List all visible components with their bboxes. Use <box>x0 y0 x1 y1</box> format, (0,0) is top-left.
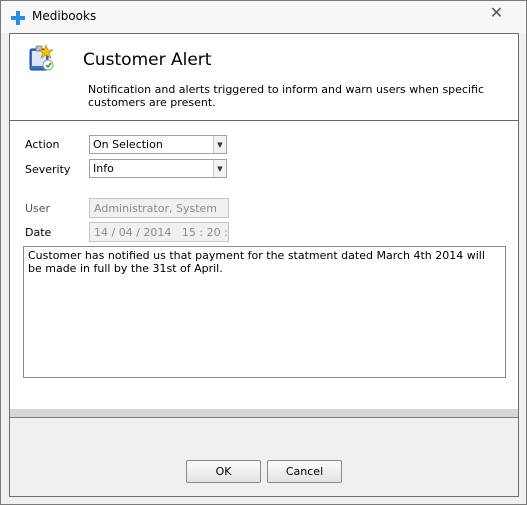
plus-icon <box>10 10 26 26</box>
severity-value: Info <box>93 162 114 175</box>
button-area: OK Cancel <box>10 418 518 496</box>
severity-label: Severity <box>25 163 71 176</box>
header-description: Notification and alerts triggered to inf… <box>88 83 485 109</box>
date-field: 14 / 04 / 2014 15 : 20 : <box>89 222 229 242</box>
footer-strip: OK Cancel <box>10 409 518 496</box>
date-label: Date <box>25 226 52 239</box>
user-field: Administrator, System <box>89 198 229 218</box>
action-value: On Selection <box>93 138 163 151</box>
form-area: Action On Selection ▼ Severity Info ▼ Us… <box>10 122 518 409</box>
dialog-client-area: Customer Alert Notification and alerts t… <box>9 33 519 497</box>
alert-message-textarea[interactable]: Customer has notified us that payment fo… <box>23 246 506 378</box>
header-title: Customer Alert <box>83 50 212 70</box>
divider <box>10 409 518 418</box>
dialog-window: Medibooks ✕ Customer Alert Notification … <box>0 0 527 505</box>
header-banner: Customer Alert Notification and alerts t… <box>10 34 518 121</box>
alert-notepad-icon <box>26 43 56 73</box>
close-icon: ✕ <box>489 2 504 22</box>
dropdown-arrow-icon[interactable]: ▼ <box>213 136 226 153</box>
user-label: User <box>25 202 51 215</box>
severity-dropdown[interactable]: Info ▼ <box>89 159 227 178</box>
dropdown-arrow-icon[interactable]: ▼ <box>213 160 226 177</box>
cancel-button[interactable]: Cancel <box>267 460 342 483</box>
action-label: Action <box>25 138 60 151</box>
window-title: Medibooks <box>32 9 97 23</box>
close-button[interactable]: ✕ <box>475 2 518 22</box>
ok-button[interactable]: OK <box>186 460 261 483</box>
title-bar: Medibooks ✕ <box>1 1 526 33</box>
action-dropdown[interactable]: On Selection ▼ <box>89 135 227 154</box>
